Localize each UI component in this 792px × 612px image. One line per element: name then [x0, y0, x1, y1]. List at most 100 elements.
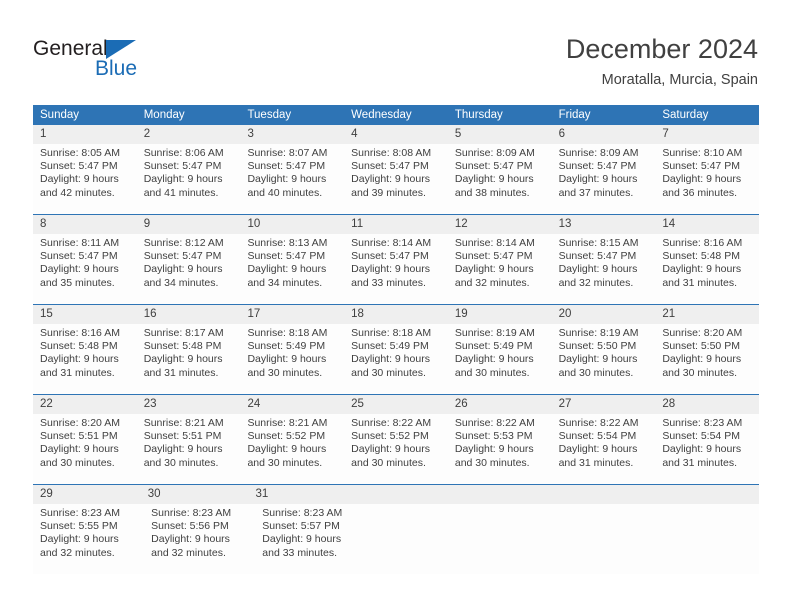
day-number[interactable]: 8 [33, 215, 137, 234]
day-detail-cell: Sunrise: 8:19 AM Sunset: 5:49 PM Daylight:… [448, 324, 552, 394]
day-number[interactable]: 24 [240, 395, 344, 414]
day-number[interactable]: 23 [137, 395, 241, 414]
day-number[interactable]: 1 [33, 125, 137, 144]
empty-day-cell [457, 485, 558, 504]
day-detail-line: Daylight: 9 hours [662, 263, 742, 276]
day-detail-line: and 41 minutes. [143, 186, 219, 199]
day-number[interactable]: 27 [552, 395, 656, 414]
day-detail-line: Sunrise: 8:21 AM [143, 417, 224, 429]
day-detail-line: Daylight: 9 hours [351, 173, 430, 186]
day-detail-cell: Sunrise: 8:23 AM Sunset: 5:55 PM Daylight:… [33, 504, 144, 574]
day-detail-line: Daylight: 9 hours [40, 443, 119, 456]
day-detail-line: and 33 minutes. [262, 546, 337, 559]
day-detail-cell: Sunrise: 8:22 AM Sunset: 5:54 PM Daylight:… [552, 414, 656, 484]
day-detail-line: Sunset: 5:47 PM [143, 160, 222, 173]
day-detail-line: Sunset: 5:54 PM [662, 430, 740, 443]
day-detail-line: Sunrise: 8:21 AM [247, 417, 328, 429]
weekday-header-thursday: Thursday [454, 109, 503, 121]
day-detail-line: Sunrise: 8:18 AM [247, 327, 328, 339]
day-detail-line: and 32 minutes. [151, 546, 226, 559]
day-detail-line: and 30 minutes. [662, 366, 738, 379]
empty-day-cell [465, 504, 563, 574]
day-detail-line: Sunset: 5:47 PM [247, 160, 326, 173]
weekday-header-monday: Monday [143, 109, 185, 121]
day-detail-line: Sunset: 5:52 PM [351, 430, 429, 443]
day-detail-cell: Sunrise: 8:23 AM Sunset: 5:54 PM Daylight:… [655, 414, 759, 484]
day-number[interactable]: 22 [33, 395, 137, 414]
day-number[interactable]: 16 [137, 305, 241, 324]
day-number[interactable]: 29 [33, 485, 141, 504]
day-number[interactable]: 7 [655, 125, 759, 144]
day-number[interactable]: 20 [552, 305, 656, 324]
day-number[interactable]: 19 [448, 305, 552, 324]
day-number[interactable]: 13 [552, 215, 656, 234]
day-detail-cell: Sunrise: 8:10 AM Sunset: 5:47 PM Daylight:… [655, 144, 759, 214]
day-detail-cell: Sunrise: 8:21 AM Sunset: 5:52 PM Daylight:… [240, 414, 344, 484]
day-detail-cell: Sunrise: 8:16 AM Sunset: 5:48 PM Daylight:… [655, 234, 759, 304]
day-number[interactable]: 10 [240, 215, 344, 234]
calendar-week-row: 22 23 24 25 26 27 28 Sunrise: 8:20 AM Sunset: 5:… [33, 394, 759, 484]
day-number[interactable]: 30 [141, 485, 249, 504]
day-detail-line: and 39 minutes. [351, 186, 426, 199]
week-daynumber-row: 29 30 31 [33, 485, 759, 504]
day-number[interactable]: 12 [448, 215, 552, 234]
day-detail-line: Daylight: 9 hours [143, 443, 223, 456]
day-number[interactable]: 18 [344, 305, 448, 324]
day-number[interactable]: 2 [137, 125, 241, 144]
logo-text-general: General [33, 37, 108, 60]
day-number[interactable]: 9 [137, 215, 241, 234]
day-number[interactable]: 26 [448, 395, 552, 414]
day-detail-line: and 30 minutes. [454, 366, 530, 379]
day-detail-line: Sunset: 5:52 PM [247, 430, 326, 443]
day-number[interactable]: 3 [240, 125, 344, 144]
day-number[interactable]: 11 [344, 215, 448, 234]
day-number[interactable]: 28 [655, 395, 759, 414]
day-number[interactable]: 5 [448, 125, 552, 144]
week-daynumber-row: 22 23 24 25 26 27 28 [33, 395, 759, 414]
day-detail-line: Sunrise: 8:23 AM [151, 507, 232, 519]
day-detail-cell: Sunrise: 8:20 AM Sunset: 5:50 PM Daylight:… [655, 324, 759, 394]
day-detail-line: Sunrise: 8:23 AM [262, 507, 343, 519]
day-number[interactable]: 4 [344, 125, 448, 144]
day-detail-line: Daylight: 9 hours [662, 353, 742, 366]
day-detail-line: Sunset: 5:48 PM [40, 340, 118, 353]
day-detail-cell: Sunrise: 8:22 AM Sunset: 5:52 PM Daylight:… [344, 414, 448, 484]
day-detail-cell: Sunrise: 8:15 AM Sunset: 5:47 PM Daylight:… [552, 234, 656, 304]
day-detail-line: and 42 minutes. [40, 186, 115, 199]
day-detail-line: Sunrise: 8:05 AM [40, 147, 120, 159]
day-detail-line: Sunrise: 8:06 AM [143, 147, 224, 159]
day-detail-line: Sunset: 5:48 PM [143, 340, 222, 353]
day-detail-line: Daylight: 9 hours [454, 173, 534, 186]
day-detail-cell: Sunrise: 8:18 AM Sunset: 5:49 PM Daylight:… [240, 324, 344, 394]
day-number[interactable]: 14 [655, 215, 759, 234]
day-detail-line: and 34 minutes. [247, 276, 323, 289]
empty-day-cell [366, 504, 464, 574]
day-detail-line: Sunrise: 8:22 AM [351, 417, 432, 429]
day-number[interactable]: 6 [552, 125, 656, 144]
generalblue-logo[interactable]: General Blue [33, 38, 193, 86]
weekday-header-wednesday: Wednesday [351, 109, 412, 121]
day-detail-line: Sunrise: 8:20 AM [40, 417, 120, 429]
day-detail-line: Daylight: 9 hours [558, 443, 638, 456]
day-number[interactable]: 17 [240, 305, 344, 324]
day-detail-line: and 32 minutes. [40, 546, 115, 559]
empty-day-cell [658, 485, 759, 504]
page-header: General Blue December 2024 Moratalla, Mu… [0, 0, 792, 100]
day-detail-line: and 40 minutes. [247, 186, 323, 199]
day-detail-line: Sunset: 5:54 PM [558, 430, 637, 443]
week-daynumber-row: 15 16 17 18 19 20 21 [33, 305, 759, 324]
day-detail-line: and 31 minutes. [40, 366, 115, 379]
day-detail-line: Daylight: 9 hours [40, 353, 119, 366]
calendar-week-row: 8 9 10 11 12 13 14 Sunrise: 8:11 AM Sunset: 5:47… [33, 214, 759, 304]
day-detail-line: and 30 minutes. [247, 456, 323, 469]
day-number[interactable]: 15 [33, 305, 137, 324]
week-detail-row: Sunrise: 8:16 AM Sunset: 5:48 PM Daylight:… [33, 324, 759, 394]
day-detail-line: and 31 minutes. [662, 456, 738, 469]
day-number[interactable]: 31 [248, 485, 356, 504]
day-number[interactable]: 25 [344, 395, 448, 414]
calendar-weeks: 1 2 3 4 5 6 7 Sunrise: 8:05 AM Sunset: 5:47 PM Da… [33, 125, 759, 574]
day-number[interactable]: 21 [655, 305, 759, 324]
day-detail-line: and 30 minutes. [247, 366, 323, 379]
day-detail-cell: Sunrise: 8:07 AM Sunset: 5:47 PM Daylight:… [240, 144, 344, 214]
day-detail-cell: Sunrise: 8:08 AM Sunset: 5:47 PM Daylight:… [344, 144, 448, 214]
